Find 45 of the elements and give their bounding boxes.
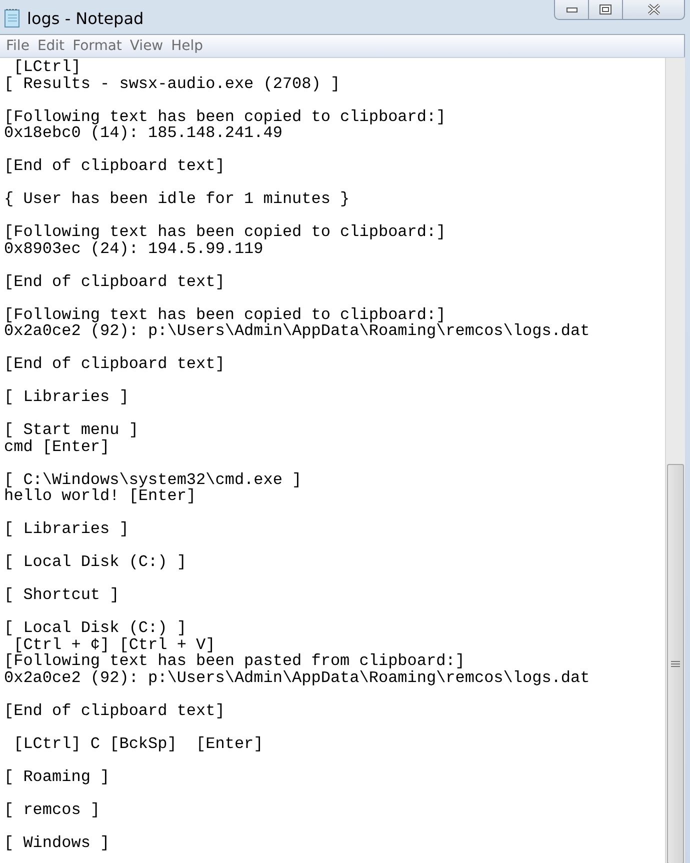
text-line: [End of clipboard text] <box>4 356 225 372</box>
text-line: [LCtrl] C [BckSp] [Enter] <box>12 736 264 752</box>
text-line: 0x2a0ce2 (92): p:\Users\Admin\AppData\Roaming\remcos\logs.dat <box>4 670 590 686</box>
menu-item[interactable]: Help <box>167 38 208 54</box>
text-line: [ Libraries ] <box>4 389 129 406</box>
text-line: [ Libraries ] <box>4 521 129 538</box>
text-line: [LCtrl] <box>12 59 81 76</box>
text-line: [ C:\Windows\system32\cmd.exe ] <box>4 472 302 488</box>
text-line: [Following text has been pasted from clipboard:] <box>4 653 465 670</box>
minimize-icon <box>566 6 578 12</box>
text-line: 0x18ebc0 (14): 185.148.241.49 <box>4 125 282 142</box>
close-icon <box>646 3 662 16</box>
text-line: [ remcos ] <box>4 802 100 818</box>
text-line: [Ctrl + ¢] [Ctrl + V] <box>14 636 216 653</box>
text-line: [ Windows ] <box>4 834 110 851</box>
window-title: logs - Notepad <box>27 9 144 28</box>
text-line: 0x8903ec (24): 194.5.99.119 <box>4 240 264 257</box>
scrollbar-thumb[interactable] <box>667 464 684 863</box>
grip-icon <box>671 660 680 668</box>
text-line: 0x2a0ce2 (92): p:\Users\Admin\AppData\Roaming\remcos\logs.dat <box>4 323 590 340</box>
text-line: [ Results - swsx-audio.exe (2708) ] <box>4 76 340 92</box>
text-line: { User has been idle for 1 minutes } <box>4 191 350 208</box>
menu-item[interactable]: Format <box>68 38 126 54</box>
text-line: [Following text has been copied to clipboard:] <box>4 306 446 323</box>
text-line: cmd [Enter] <box>4 438 110 455</box>
minimize-button[interactable] <box>554 0 589 20</box>
maximize-button[interactable] <box>589 0 623 20</box>
text-line: [ Roaming ] <box>4 768 110 785</box>
text-line: [ Shortcut ] <box>4 587 120 604</box>
text-line: [Following text has been copied to clipboard:] <box>4 224 446 240</box>
text-line: hello world! [Enter] <box>4 488 196 504</box>
text-line: [ Local Disk (C:) ] <box>4 554 186 570</box>
menu-item[interactable]: View <box>126 38 168 54</box>
text-line: [ Start menu ] <box>4 422 138 438</box>
maximize-icon <box>599 4 612 15</box>
close-button[interactable] <box>623 0 685 20</box>
text-line: [End of clipboard text] <box>4 274 225 290</box>
menu-item[interactable]: Edit <box>33 38 69 54</box>
menu-item[interactable]: File <box>2 38 34 54</box>
scrollbar[interactable] <box>665 58 685 863</box>
text-line: [Following text has been copied to clipboard:] <box>4 108 446 125</box>
notepad-icon <box>4 8 21 28</box>
text-line: [ Local Disk (C:) ] <box>4 620 186 636</box>
text-line: [End of clipboard text] <box>4 158 225 174</box>
text-line: [End of clipboard text] <box>4 702 225 719</box>
